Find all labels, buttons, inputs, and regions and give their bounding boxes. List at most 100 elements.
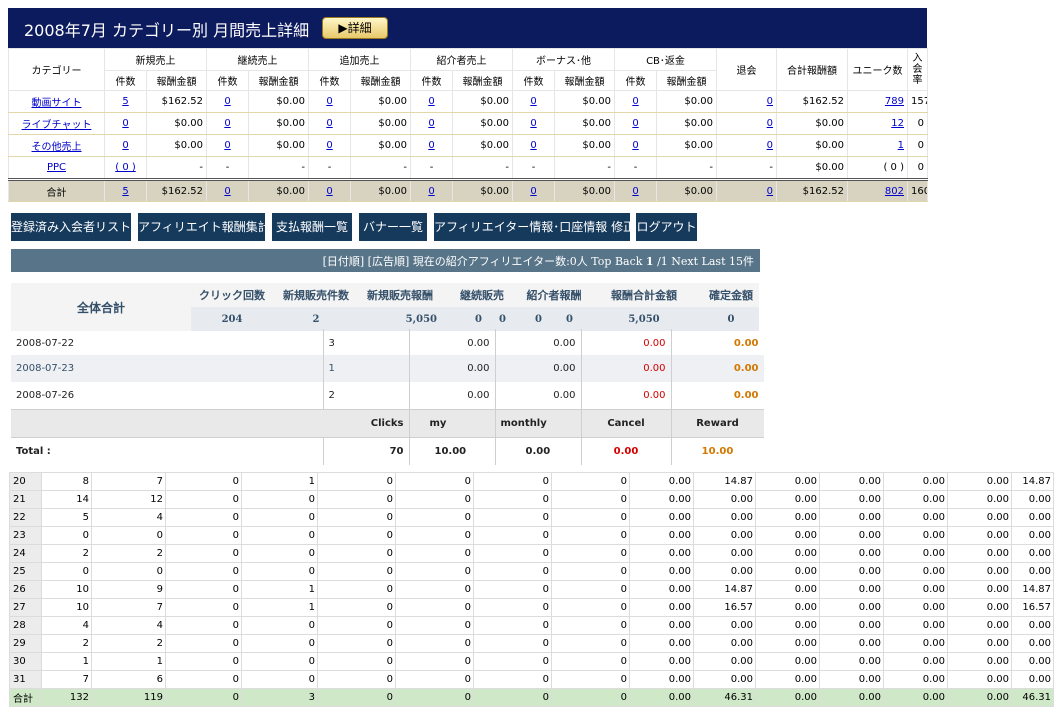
unique-link[interactable]: 789 [885, 96, 904, 107]
count-link[interactable]: 0 [428, 96, 434, 107]
grid-value-cell: 4 [91, 616, 166, 635]
count-link[interactable]: 5 [122, 96, 128, 107]
detail-button[interactable]: ▶詳細 [322, 17, 388, 39]
grid-value-cell: 0 [317, 562, 396, 581]
count-link[interactable]: 0 [224, 118, 230, 129]
category-link[interactable]: 動画サイト [32, 98, 82, 109]
grid-value-cell: 0 [165, 652, 242, 671]
daily-header-blank [11, 409, 323, 438]
count-link[interactable]: 0 [632, 140, 638, 151]
nav-affiliate-summary-button[interactable]: アフィリエイト報酬集計 [138, 213, 270, 241]
grid-value-cell: 0.00 [883, 688, 948, 707]
grid-day-cell: 29 [9, 634, 42, 653]
amount-cell: - [350, 156, 411, 180]
count-cell: 0 [512, 178, 555, 202]
daily-total-clicks: 70 [323, 437, 410, 465]
count-link[interactable]: 0 [326, 186, 332, 197]
grid-value-cell: 0 [551, 652, 630, 671]
grid-value-cell: 0.00 [1011, 490, 1054, 509]
unique-link[interactable]: 1 [898, 140, 904, 151]
count-link[interactable]: 0 [326, 118, 332, 129]
daily-reward: 0.00 [671, 382, 764, 410]
grid-value-cell: 9 [91, 580, 166, 599]
count-link[interactable]: 0 [530, 96, 536, 107]
daily-reward-panel[interactable]: 2008-07-22 3 0.00 0.00 0.00 0.00 2008-07… [11, 329, 764, 465]
grid-value-cell: 0.00 [755, 688, 820, 707]
withdraw-link[interactable]: 0 [767, 186, 773, 197]
pager-top-link[interactable]: Top [591, 255, 611, 268]
sub-header-amount: 報酬金額 [452, 70, 513, 91]
amount-cell: $0.00 [248, 134, 309, 157]
count-link[interactable]: 0 [224, 186, 230, 197]
count-link[interactable]: 0 [224, 140, 230, 151]
daily-total-monthly: 0.00 [495, 437, 582, 465]
count-link[interactable]: ( 0 ) [115, 162, 136, 173]
grid-value-cell: 0.00 [629, 616, 694, 635]
col-withdraw: 退会 [716, 48, 777, 91]
count-link[interactable]: 0 [224, 96, 230, 107]
count-link[interactable]: 0 [428, 118, 434, 129]
nav-logout-button[interactable]: ログアウト [636, 213, 697, 241]
amount-cell: - [248, 156, 309, 180]
grid-value-cell: 0 [473, 580, 552, 599]
table-row: 動画サイト 5 $162.52 0 $0.00 0 $0.00 0 $0.00 0 $0.00 0 $0… [8, 90, 928, 113]
daily-monthly: 0.00 [495, 382, 582, 410]
category-link[interactable]: ライブチャット [22, 120, 92, 131]
unique-link[interactable]: 12 [891, 118, 904, 129]
count-link[interactable]: 0 [122, 118, 128, 129]
count-link[interactable]: 0 [326, 96, 332, 107]
sub-header-count: 件数 [206, 70, 249, 91]
nav-payment-list-button[interactable]: 支払報酬一覧 [272, 213, 352, 241]
grid-day-cell: 26 [9, 580, 42, 599]
nav-banner-list-button[interactable]: バナー一覧 [359, 213, 427, 241]
grid-value-cell: 0.00 [755, 544, 820, 563]
category-link[interactable]: PPC [47, 162, 66, 173]
grid-value-cell: 0.00 [693, 544, 756, 563]
count-link[interactable]: 0 [530, 140, 536, 151]
count-link[interactable]: 0 [632, 118, 638, 129]
withdraw-link[interactable]: 0 [767, 96, 773, 107]
category-link[interactable]: その他売上 [32, 142, 82, 153]
grid-value-cell: 0 [395, 688, 474, 707]
grid-value-cell: 0 [317, 490, 396, 509]
summary-value: 0 [703, 307, 759, 331]
group-header: 新規売上 [104, 48, 207, 71]
summary-header: 紹介者報酬 [523, 283, 585, 307]
count-link[interactable]: 0 [122, 140, 128, 151]
grid-value-cell: 0.00 [947, 670, 1012, 689]
grid-value-cell: 0.00 [947, 562, 1012, 581]
daily-header-reward: Reward [671, 409, 764, 438]
nav-account-edit-button[interactable]: アフィリエイター情報･口座情報 修正 [434, 213, 635, 241]
unique-cell: ( 0 ) [847, 156, 908, 180]
summary-value: 0 [523, 307, 554, 331]
count-link[interactable]: 0 [632, 96, 638, 107]
count-link[interactable]: 0 [428, 186, 434, 197]
withdraw-link[interactable]: 0 [767, 140, 773, 151]
table-row: 2008-07-26 2 0.00 0.00 0.00 0.00 [11, 382, 764, 410]
withdraw-cell: 0 [716, 112, 777, 135]
count-link[interactable]: 0 [530, 118, 536, 129]
grid-value-cell: 0 [473, 526, 552, 545]
count-cell: 0 [614, 90, 657, 113]
count-link[interactable]: 0 [632, 186, 638, 197]
table-row: PPC( 0 ) - - - - - - - - - - - - $0.00( 0 ) 0 [8, 156, 928, 180]
grid-value-cell: 0.00 [693, 562, 756, 581]
pager-last-link[interactable]: Last [702, 255, 726, 268]
nav-member-list-button[interactable]: 登録済み入会者リスト [11, 213, 131, 241]
grid-value-cell: 0 [395, 634, 474, 653]
count-link[interactable]: 5 [122, 186, 128, 197]
grid-value-cell: 16.57 [1011, 598, 1054, 617]
table-row: 2008-07-23 1 0.00 0.00 0.00 0.00 [11, 355, 764, 382]
summary-header: 新規販売件数 [273, 283, 359, 307]
group-header: 継続売上 [206, 48, 309, 71]
count-link[interactable]: 0 [326, 140, 332, 151]
count-link[interactable]: 0 [530, 186, 536, 197]
withdraw-link[interactable]: 0 [767, 118, 773, 129]
pager-back-link[interactable]: Back [615, 255, 642, 268]
total-amount-cell: $162.52 [776, 178, 848, 202]
pager-next-link[interactable]: Next [671, 255, 698, 268]
daily-my: 0.00 [409, 382, 496, 410]
unique-link[interactable]: 802 [885, 186, 904, 197]
amount-cell: $0.00 [554, 112, 615, 135]
count-link[interactable]: 0 [428, 140, 434, 151]
